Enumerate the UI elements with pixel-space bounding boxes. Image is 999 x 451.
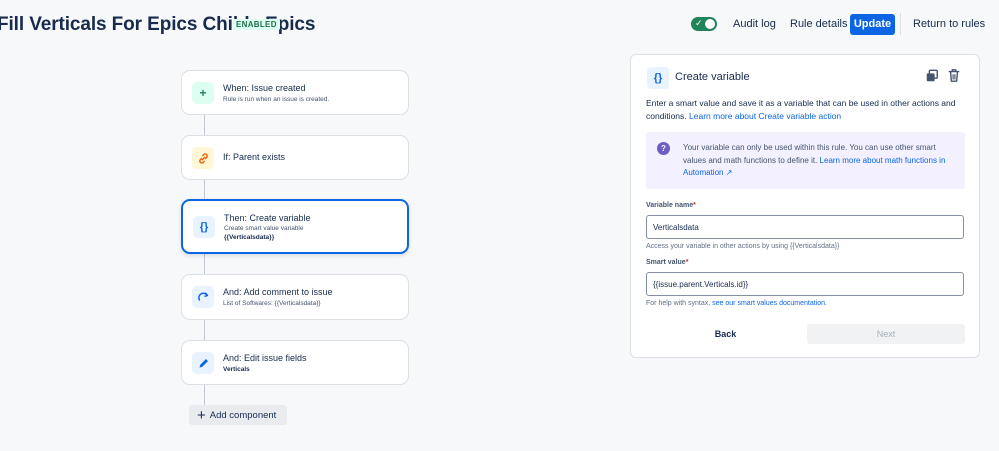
trash-icon[interactable]: [947, 68, 961, 88]
question-icon: ?: [657, 142, 670, 155]
panel-title: Create variable: [675, 71, 750, 83]
flow-step-trigger[interactable]: + When: Issue created Rule is run when a…: [181, 70, 409, 115]
smart-value-help: For help with syntax, see our smart valu…: [646, 300, 827, 307]
info-text: Your variable can only be used within th…: [683, 142, 958, 180]
learn-more-create-variable-link[interactable]: Learn more about Create variable action: [689, 111, 841, 121]
smart-value-label: Smart value*: [646, 259, 689, 266]
braces-icon: {}: [647, 67, 669, 89]
rule-enabled-toggle[interactable]: ✓: [691, 17, 717, 31]
smart-value-label-text: Smart value: [646, 259, 686, 266]
update-button[interactable]: Update: [850, 14, 895, 35]
status-badge: ENABLED: [233, 19, 280, 30]
header-divider: [900, 13, 901, 35]
flow-step-condition[interactable]: If: Parent exists: [181, 135, 409, 180]
add-component-button[interactable]: + Add component: [189, 405, 287, 425]
info-message: ? Your variable can only be used within …: [646, 132, 965, 189]
step-title: If: Parent exists: [223, 152, 286, 162]
check-icon: ✓: [695, 18, 703, 28]
audit-log-button[interactable]: Audit log: [727, 14, 782, 35]
flow-step-action-selected[interactable]: {} Then: Create variable Create smart va…: [181, 199, 409, 254]
step-title: Then: Create variable: [224, 213, 311, 223]
step-title: And: Edit issue fields: [223, 353, 307, 363]
variable-name-label-text: Variable name: [646, 202, 694, 209]
smart-values-documentation-link[interactable]: see our smart values documentation.: [712, 300, 827, 307]
step-title: When: Issue created: [223, 83, 306, 93]
create-variable-panel: {} Create variable Enter a smart value a…: [630, 54, 980, 358]
variable-name-input[interactable]: [646, 215, 964, 239]
next-button[interactable]: Next: [807, 324, 965, 344]
toggle-knob: [705, 19, 715, 29]
variable-name-label: Variable name*: [646, 202, 696, 209]
panel-description: Enter a smart value and save it as a var…: [646, 97, 968, 123]
header: Fill Verticals For Epics Childs Epics EN…: [0, 0, 999, 50]
flow-step-edit-fields[interactable]: And: Edit issue fields Verticals: [181, 340, 409, 385]
rule-details-button[interactable]: Rule details: [784, 14, 853, 35]
copy-icon[interactable]: [925, 69, 939, 88]
smart-help-text: For help with syntax,: [646, 300, 711, 307]
add-component-label: Add component: [209, 409, 277, 421]
back-button[interactable]: Back: [646, 324, 805, 344]
step-detail: Verticals: [223, 366, 250, 373]
link-icon: [192, 147, 214, 169]
return-to-rules-button[interactable]: Return to rules: [907, 14, 991, 35]
variable-name-help: Access your variable in other actions by…: [646, 243, 840, 250]
step-title: And: Add comment to issue: [223, 287, 333, 297]
step-detail: {{Verticalsdata}}: [224, 234, 275, 241]
smart-value-input[interactable]: [646, 272, 964, 296]
plus-icon: +: [197, 406, 206, 424]
comment-icon: [192, 286, 214, 308]
pencil-icon: [192, 352, 214, 374]
step-subtitle: List of Softwares: {{Verticalsdata}}: [223, 300, 321, 307]
flow-step-add-comment[interactable]: And: Add comment to issue List of Softwa…: [181, 274, 409, 320]
step-subtitle: Create smart value variable: [224, 225, 304, 232]
braces-icon: {}: [193, 216, 215, 238]
plus-icon: +: [192, 82, 214, 104]
step-subtitle: Rule is run when an issue is created.: [223, 96, 330, 103]
